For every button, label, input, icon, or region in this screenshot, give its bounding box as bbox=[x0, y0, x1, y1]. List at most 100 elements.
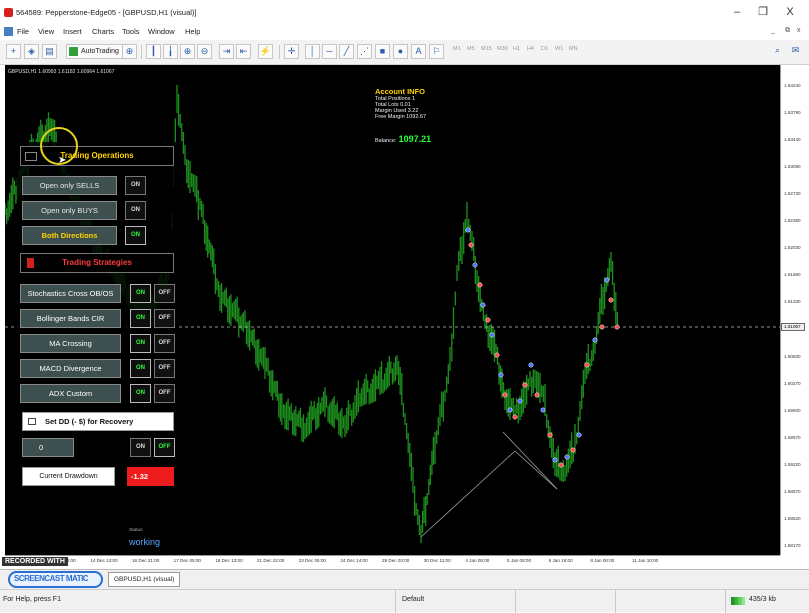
timeframe-w1[interactable]: W1 bbox=[555, 46, 563, 52]
ma-crossing-button[interactable]: MA Crossing bbox=[20, 334, 121, 353]
app-icon bbox=[4, 8, 13, 17]
timeframe-m30[interactable]: M30 bbox=[497, 46, 508, 52]
new-order-icon[interactable]: ⊕ bbox=[122, 44, 137, 59]
sell-marker bbox=[522, 382, 528, 388]
tab-gbpusd-h1[interactable]: GBPUSD,H1 (visual) bbox=[108, 572, 181, 587]
timeframe-m5[interactable]: M5 bbox=[467, 46, 475, 52]
price-tick-label: 1.62730 bbox=[784, 191, 801, 197]
sell-marker bbox=[584, 362, 590, 368]
text-icon[interactable]: A bbox=[411, 44, 426, 59]
search-icon[interactable]: ⌕ bbox=[770, 44, 785, 59]
adx-on[interactable]: ON bbox=[130, 384, 151, 403]
horizontal-line-icon[interactable]: ─ bbox=[322, 44, 337, 59]
account-info-title: Account INFO bbox=[375, 87, 425, 96]
sell-marker bbox=[558, 462, 564, 468]
timeframe-h1[interactable]: H1 bbox=[513, 46, 520, 52]
ma-crossing-on[interactable]: ON bbox=[130, 334, 151, 353]
chart-shift-icon[interactable]: ⇥ bbox=[219, 44, 234, 59]
menu-help[interactable]: Help bbox=[185, 27, 200, 36]
chart-tab-bar: RECORDED WITH SCREENCAST MATIC GBPUSD,H1… bbox=[0, 557, 809, 589]
macd-divergence-button[interactable]: MACD Divergence bbox=[20, 359, 121, 378]
bollinger-off[interactable]: OFF bbox=[154, 309, 175, 328]
buy-marker bbox=[498, 372, 504, 378]
adx-custom-button[interactable]: ADX Custom bbox=[20, 384, 121, 403]
operations-icon bbox=[25, 152, 37, 161]
menu-charts[interactable]: Charts bbox=[92, 27, 114, 36]
current-price-marker: 1.61067 bbox=[781, 323, 805, 331]
bar-chart-icon[interactable]: ┃ bbox=[146, 44, 161, 59]
vertical-line-icon[interactable]: │ bbox=[305, 44, 320, 59]
menu-insert[interactable]: Insert bbox=[63, 27, 82, 36]
title-bar: 564589: Pepperstone-Edge05 - [GBPUSD,H1 … bbox=[0, 0, 809, 24]
time-tick-label: 30 Dec 11:00 bbox=[423, 558, 451, 563]
stochastics-cross-button[interactable]: Stochastics Cross OB/OS bbox=[20, 284, 121, 303]
recovery-on[interactable]: ON bbox=[130, 438, 151, 457]
recovery-off[interactable]: OFF bbox=[154, 438, 175, 457]
macd-off[interactable]: OFF bbox=[154, 359, 175, 378]
timeframe-mn[interactable]: MN bbox=[569, 46, 578, 52]
sell-marker bbox=[468, 242, 474, 248]
minimize-button[interactable]: – bbox=[726, 4, 748, 20]
chat-icon[interactable]: ✉ bbox=[788, 44, 803, 59]
new-chart-icon[interactable]: + bbox=[6, 44, 21, 59]
stochastics-on[interactable]: ON bbox=[130, 284, 151, 303]
timeframe-m1[interactable]: M1 bbox=[453, 46, 461, 52]
timeframe-m15[interactable]: M15 bbox=[481, 46, 492, 52]
indicators-icon[interactable]: ⚡ bbox=[258, 44, 273, 59]
open-only-buys-on[interactable]: ON bbox=[125, 201, 146, 220]
channels-icon[interactable]: ⋰ bbox=[357, 44, 372, 59]
status-profile-segment: Default bbox=[395, 590, 515, 613]
open-only-buys-button[interactable]: Open only BUYS bbox=[22, 201, 117, 220]
menu-view[interactable]: View bbox=[38, 27, 54, 36]
adx-off[interactable]: OFF bbox=[154, 384, 175, 403]
recovery-value-input[interactable]: 0 bbox=[22, 438, 74, 457]
ellipse-icon[interactable]: ● bbox=[393, 44, 408, 59]
help-hint: For Help, press F1 bbox=[3, 596, 61, 603]
status-label: Status bbox=[129, 528, 143, 533]
zoom-out-icon[interactable]: ⊖ bbox=[197, 44, 212, 59]
buy-marker bbox=[540, 407, 546, 413]
zoom-in-icon[interactable]: ⊕ bbox=[180, 44, 195, 59]
rectangle-icon[interactable]: ■ bbox=[375, 44, 390, 59]
trading-strategies-header: Trading Strategies bbox=[20, 253, 174, 273]
time-tick-label: 14 Dec 13:00 bbox=[90, 558, 118, 563]
stochastics-off[interactable]: OFF bbox=[154, 284, 175, 303]
price-chart[interactable]: GBPUSD,H1 1.60993 1.61182 1.60964 1.6106… bbox=[5, 65, 780, 555]
market-watch-icon[interactable]: ▤ bbox=[42, 44, 57, 59]
current-drawdown-label: Current Drawdown bbox=[22, 467, 115, 486]
ea-control-panel: Trading Operations Open only SELLS ON Op… bbox=[17, 142, 177, 549]
toolbar-separator bbox=[141, 45, 142, 59]
both-directions-button[interactable]: Both Directions bbox=[22, 226, 117, 245]
sell-marker bbox=[534, 392, 540, 398]
crosshair-icon[interactable]: ✛ bbox=[284, 44, 299, 59]
menu-tools[interactable]: Tools bbox=[122, 27, 140, 36]
mdi-restore-icon[interactable]: ⧉ bbox=[785, 27, 790, 35]
bollinger-on[interactable]: ON bbox=[130, 309, 151, 328]
profiles-icon[interactable]: ◈ bbox=[24, 44, 39, 59]
trendline-icon[interactable]: ╱ bbox=[339, 44, 354, 59]
traffic-value: 435/3 kb bbox=[749, 596, 776, 603]
bollinger-bands-button[interactable]: Bollinger Bands CIR bbox=[20, 309, 121, 328]
candlestick-icon[interactable]: ╽ bbox=[163, 44, 178, 59]
timeframe-d1[interactable]: D1 bbox=[541, 46, 548, 52]
menu-file[interactable]: File bbox=[17, 27, 29, 36]
macd-on[interactable]: ON bbox=[130, 359, 151, 378]
sell-marker bbox=[599, 324, 605, 330]
arrows-icon[interactable]: ⚐ bbox=[429, 44, 444, 59]
chart-symbol-header: GBPUSD,H1 1.60993 1.61182 1.60964 1.6106… bbox=[8, 69, 115, 75]
ma-crossing-off[interactable]: OFF bbox=[154, 334, 175, 353]
restore-button[interactable]: ❐ bbox=[752, 4, 774, 20]
time-tick-label: 21 Dec 22:00 bbox=[257, 558, 285, 563]
mdi-minimize-button[interactable]: _ bbox=[771, 27, 775, 34]
autotrading-button[interactable]: AutoTrading bbox=[66, 44, 123, 59]
open-only-sells-button[interactable]: Open only SELLS bbox=[22, 176, 117, 195]
both-directions-on[interactable]: ON bbox=[125, 226, 146, 245]
open-only-sells-on[interactable]: ON bbox=[125, 176, 146, 195]
sell-marker bbox=[494, 352, 500, 358]
autoscroll-icon[interactable]: ⇤ bbox=[236, 44, 251, 59]
close-button[interactable]: X bbox=[779, 4, 801, 20]
menu-window[interactable]: Window bbox=[148, 27, 175, 36]
connection-bars-icon bbox=[731, 597, 745, 605]
timeframe-h4[interactable]: H4 bbox=[527, 46, 534, 52]
mdi-close-button[interactable]: x bbox=[797, 27, 801, 34]
